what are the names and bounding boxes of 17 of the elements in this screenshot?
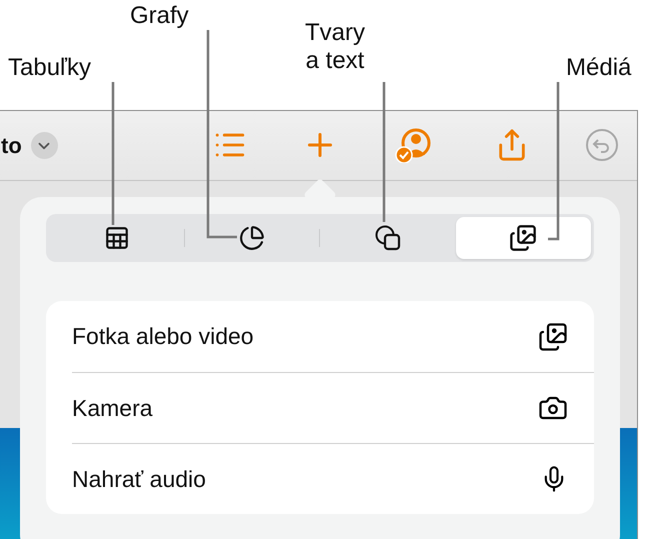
callout-label: Grafy <box>130 2 189 30</box>
document-title: to <box>1 132 22 158</box>
menu-item[interactable]: Kamera <box>72 372 594 443</box>
person-check-icon <box>395 127 431 163</box>
chevron-button[interactable] <box>30 132 58 159</box>
table-icon <box>104 225 130 251</box>
callout-label: Tvary a text <box>305 19 365 75</box>
shapes-icon <box>374 224 402 252</box>
photos-icon <box>538 322 568 352</box>
photos-icon <box>509 224 538 252</box>
menu-item[interactable]: Nahrať audio <box>72 443 594 514</box>
callout-label: Tabuľky <box>8 54 92 82</box>
callout-label: Médiá <box>566 54 632 82</box>
pie-chart-icon <box>239 225 266 251</box>
insert-tab[interactable] <box>456 217 591 259</box>
menu-item[interactable]: Fotka alebo video <box>72 301 594 372</box>
undo-icon <box>585 128 619 162</box>
